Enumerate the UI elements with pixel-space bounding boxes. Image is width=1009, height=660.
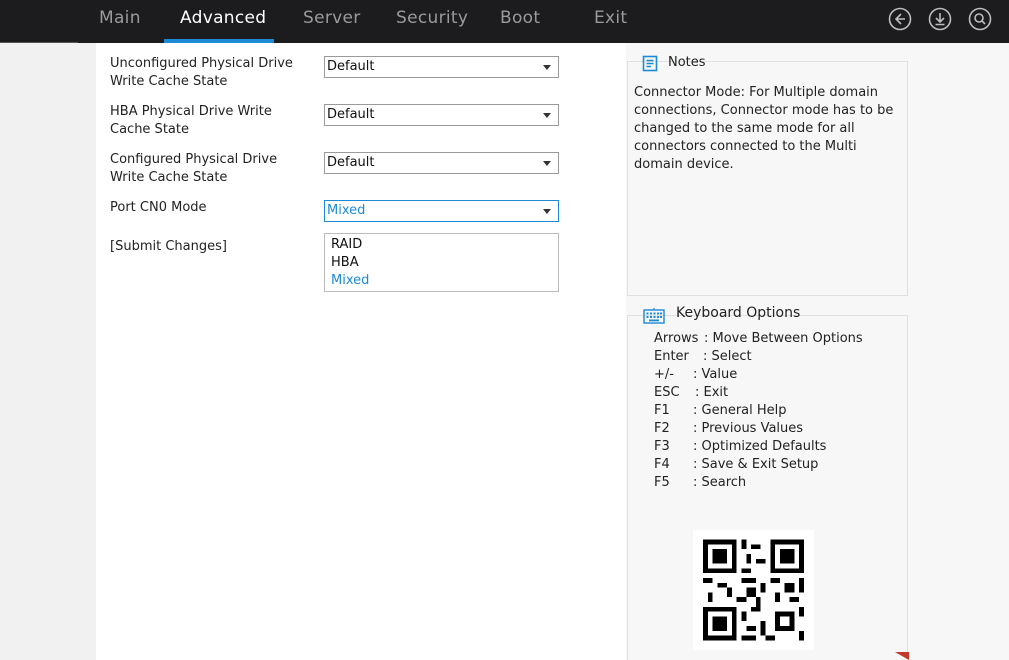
hba-cache-select[interactable]: Default — [324, 104, 559, 126]
kb-key: F5 — [654, 475, 670, 490]
tab-security[interactable]: Security — [396, 8, 468, 28]
chevron-down-icon — [543, 161, 551, 166]
kb-row-f3: F3 : Optimized Defaults — [654, 438, 826, 456]
kb-desc: : Select — [703, 349, 752, 364]
tab-exit[interactable]: Exit — [594, 8, 627, 28]
kb-key: F4 — [654, 457, 670, 472]
select-value: Default — [327, 107, 375, 122]
tab-boot[interactable]: Boot — [500, 8, 540, 28]
dropdown-option-raid[interactable]: RAID — [325, 236, 558, 254]
kb-row-f5: F5 : Search — [654, 474, 746, 492]
select-value: Mixed — [327, 203, 366, 218]
kb-desc: : Optimized Defaults — [693, 439, 827, 454]
chevron-down-icon — [543, 65, 551, 70]
download-icon[interactable] — [928, 7, 952, 31]
corner-arrow-icon — [895, 652, 909, 660]
kb-key: F2 — [654, 421, 670, 436]
setting-label-hba-cache: HBA Physical Drive Write Cache State — [110, 104, 272, 137]
left-margin-panel — [0, 43, 96, 660]
kb-desc: : Value — [693, 367, 738, 382]
notes-icon — [642, 55, 658, 72]
submit-changes-link[interactable]: [Submit Changes] — [110, 238, 305, 256]
kb-desc: : Search — [693, 475, 747, 490]
kb-desc: : Previous Values — [693, 421, 804, 436]
dropdown-option-hba[interactable]: HBA — [325, 254, 558, 272]
setting-label-unconfigured-cache: Unconfigured Physical Drive Write Cache … — [110, 56, 293, 89]
kb-row-f1: F1 : General Help — [654, 402, 787, 420]
kb-key: ESC — [654, 385, 680, 400]
chevron-down-icon — [543, 113, 551, 118]
port-mode-dropdown-list: RAID HBA Mixed — [324, 233, 559, 292]
keyboard-options-title: Keyboard Options — [676, 305, 801, 321]
unconfigured-cache-select[interactable]: Default — [324, 56, 559, 78]
select-value: Default — [327, 59, 375, 74]
kb-row-f2: F2 : Previous Values — [654, 420, 803, 438]
kb-row-arrows: Arrows : Move Between Options — [654, 330, 863, 348]
search-icon[interactable] — [968, 7, 992, 31]
configured-cache-select[interactable]: Default — [324, 152, 559, 174]
setting-label-configured-cache: Configured Physical Drive Write Cache St… — [110, 152, 278, 185]
tab-main[interactable]: Main — [99, 8, 141, 28]
notes-text: Connector Mode: For Multiple domain conn… — [634, 85, 894, 172]
kb-row-f4: F4 : Save & Exit Setup — [654, 456, 818, 474]
kb-key: F3 — [654, 439, 670, 454]
setting-label-port-cn0-mode: Port CN0 Mode — [110, 200, 207, 215]
kb-key: +/- — [654, 367, 674, 382]
kb-row-plus-minus: +/- : Value — [654, 366, 737, 384]
select-value: Default — [327, 155, 375, 170]
kb-row-enter: Enter : Select — [654, 348, 752, 366]
kb-desc: : Save & Exit Setup — [693, 457, 819, 472]
kb-key: Enter — [654, 349, 689, 364]
kb-desc: : Move Between Options — [704, 331, 863, 346]
kb-row-esc: ESC : Exit — [654, 384, 728, 402]
tab-advanced[interactable]: Advanced — [180, 8, 266, 28]
qr-code-image — [693, 530, 814, 650]
kb-desc: : General Help — [693, 403, 787, 418]
keyboard-icon — [643, 308, 665, 324]
kb-key: F1 — [654, 403, 670, 418]
chevron-down-icon — [543, 209, 551, 214]
kb-key: Arrows — [654, 331, 699, 346]
back-icon[interactable] — [888, 7, 912, 31]
kb-desc: : Exit — [695, 385, 729, 400]
dropdown-option-mixed[interactable]: Mixed — [325, 272, 558, 290]
notes-title: Notes — [668, 55, 706, 70]
port-cn0-mode-select[interactable]: Mixed — [324, 200, 559, 222]
tab-server[interactable]: Server — [303, 8, 361, 28]
